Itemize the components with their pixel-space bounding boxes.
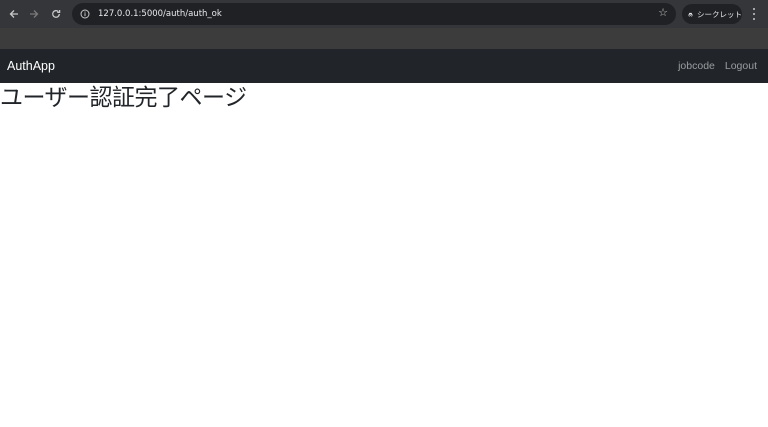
page-title: ユーザー認証完了ページ [0, 85, 247, 111]
back-button[interactable] [4, 4, 24, 24]
info-icon [80, 9, 90, 19]
address-bar[interactable]: 127.0.0.1:5000/auth/auth_ok ☆ [72, 3, 676, 25]
incognito-icon [688, 12, 693, 17]
reload-button[interactable] [46, 4, 66, 24]
nav-link-jobcode[interactable]: jobcode [678, 60, 715, 72]
bookmark-star-icon[interactable]: ☆ [658, 6, 668, 19]
incognito-label: シークレット [697, 9, 742, 19]
brand-link[interactable]: AuthApp [7, 59, 55, 73]
navbar-links: jobcode Logout [678, 60, 757, 72]
arrow-left-icon [9, 10, 18, 18]
reload-icon [52, 10, 61, 18]
incognito-indicator[interactable]: シークレット [682, 4, 742, 24]
arrow-right-icon [30, 10, 39, 18]
forward-button[interactable] [24, 4, 44, 24]
more-vert-icon[interactable] [749, 6, 759, 22]
url-text[interactable]: 127.0.0.1:5000/auth/auth_ok [98, 9, 222, 19]
app-navbar: AuthApp jobcode Logout [0, 49, 768, 83]
browser-toolbar: 127.0.0.1:5000/auth/auth_ok ☆ シークレット [0, 0, 768, 28]
site-info-button[interactable] [76, 5, 94, 23]
nav-link-logout[interactable]: Logout [725, 60, 757, 72]
